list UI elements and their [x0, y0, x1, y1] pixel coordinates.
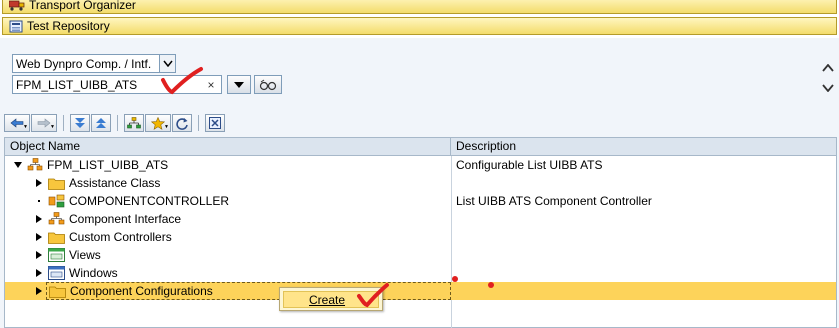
forward-button[interactable]: ▼	[31, 114, 57, 132]
column-header-description[interactable]: Description	[451, 138, 836, 155]
test-repository-label: Test Repository	[27, 19, 110, 33]
tree-row[interactable]: COMPONENTCONTROLLER List UIBB ATS Compon…	[5, 192, 836, 210]
tree-row-name: Windows	[69, 266, 118, 280]
expand-closed-icon[interactable]	[34, 264, 44, 282]
caret-down-icon: ▼	[164, 124, 169, 130]
tree-row[interactable]: FPM_LIST_UIBB_ATS Configurable List UIBB…	[5, 156, 836, 174]
expand-icon	[75, 118, 85, 128]
leaf-dot-icon	[34, 192, 44, 210]
arrow-left-icon	[10, 118, 24, 128]
test-repository-bar[interactable]: Test Repository	[2, 17, 837, 35]
tree-row-name: FPM_LIST_UIBB_ATS	[47, 158, 169, 172]
object-name-input[interactable]	[13, 76, 203, 93]
tree-row-name: Views	[69, 248, 101, 262]
tree-row[interactable]: Component Interface	[5, 210, 836, 228]
expand-closed-icon[interactable]	[34, 228, 44, 246]
refresh-button[interactable]	[172, 114, 192, 132]
expand-open-icon[interactable]	[13, 156, 23, 174]
tree-row-description: List UIBB ATS Component Controller	[456, 194, 652, 208]
tree-row-name: COMPONENTCONTROLLER	[69, 194, 230, 208]
clear-icon[interactable]: ×	[203, 78, 219, 92]
tree-row-name: Assistance Class	[69, 176, 161, 190]
context-menu-create[interactable]: Create	[283, 291, 379, 308]
controller-icon	[48, 192, 65, 210]
expand-all-button[interactable]	[70, 114, 90, 132]
repository-icon	[9, 20, 23, 33]
tree-header: Object Name Description	[5, 138, 836, 156]
object-list-pane: Web Dynpro Comp. / Intf. × ▼ ▼	[0, 38, 839, 328]
tree-row-description: Configurable List UIBB ATS	[456, 158, 603, 172]
component-icon	[27, 156, 43, 174]
interface-icon	[48, 210, 65, 228]
toolbar-separator	[63, 115, 64, 131]
tree-row[interactable]: Assistance Class	[5, 174, 836, 192]
object-type-value: Web Dynpro Comp. / Intf.	[16, 56, 152, 71]
tree-row[interactable]: Windows	[5, 264, 836, 282]
favorites-button[interactable]: ▼	[145, 114, 171, 132]
expand-closed-icon[interactable]	[34, 174, 44, 192]
tree-row-name: Component Interface	[69, 212, 182, 226]
toolbar-separator	[117, 115, 118, 131]
tree-toolbar: ▼ ▼ ▼	[4, 113, 226, 133]
back-button[interactable]: ▼	[4, 114, 30, 132]
tree-row-name-cell: Component Configurations	[46, 282, 451, 300]
expand-closed-icon[interactable]	[34, 246, 44, 264]
annotation-dot	[452, 276, 458, 282]
view-icon	[48, 246, 65, 264]
tree-row[interactable]: Views	[5, 246, 836, 264]
glasses-icon	[259, 79, 277, 90]
expand-closed-icon[interactable]	[34, 282, 44, 300]
refresh-icon	[176, 117, 188, 130]
display-button[interactable]	[254, 75, 282, 94]
close-browser-button[interactable]	[205, 114, 225, 132]
object-type-select[interactable]: Web Dynpro Comp. / Intf.	[12, 54, 176, 73]
collapse-icon	[96, 118, 106, 128]
context-menu: Create	[279, 287, 383, 311]
tree-row-name: Custom Controllers	[69, 230, 172, 244]
hierarchy-icon	[127, 117, 141, 129]
scroll-up-icon[interactable]	[820, 60, 836, 76]
folder-icon	[49, 285, 66, 298]
tree-row-selected[interactable]: Component Configurations	[5, 282, 836, 300]
tree-row[interactable]: Custom Controllers	[5, 228, 836, 246]
transport-organizer-bar[interactable]: Transport Organizer	[2, 0, 837, 14]
collapse-all-button[interactable]	[91, 114, 111, 132]
transport-organizer-label: Transport Organizer	[29, 0, 136, 12]
object-name-field[interactable]: ×	[12, 75, 222, 94]
chevron-down-icon[interactable]	[159, 55, 175, 72]
tree-row-name: Component Configurations	[70, 284, 213, 298]
window-icon	[48, 264, 65, 282]
folder-icon	[48, 228, 65, 246]
hierarchy-button[interactable]	[124, 114, 144, 132]
object-tree: Object Name Description FPM_LIST_UIBB_AT…	[4, 137, 837, 328]
annotation-dot	[488, 282, 494, 288]
caret-down-icon: ▼	[50, 124, 55, 130]
folder-icon	[48, 174, 65, 192]
history-dropdown-button[interactable]	[227, 75, 251, 94]
column-header-object-name[interactable]: Object Name	[5, 138, 451, 155]
expand-closed-icon[interactable]	[34, 210, 44, 228]
close-icon	[209, 117, 221, 129]
truck-icon	[9, 0, 25, 11]
caret-down-icon: ▼	[23, 124, 28, 130]
caret-down-icon	[234, 81, 244, 88]
arrow-right-icon	[37, 118, 51, 128]
scroll-down-icon[interactable]	[820, 80, 836, 96]
toolbar-separator	[198, 115, 199, 131]
star-icon	[151, 116, 165, 130]
